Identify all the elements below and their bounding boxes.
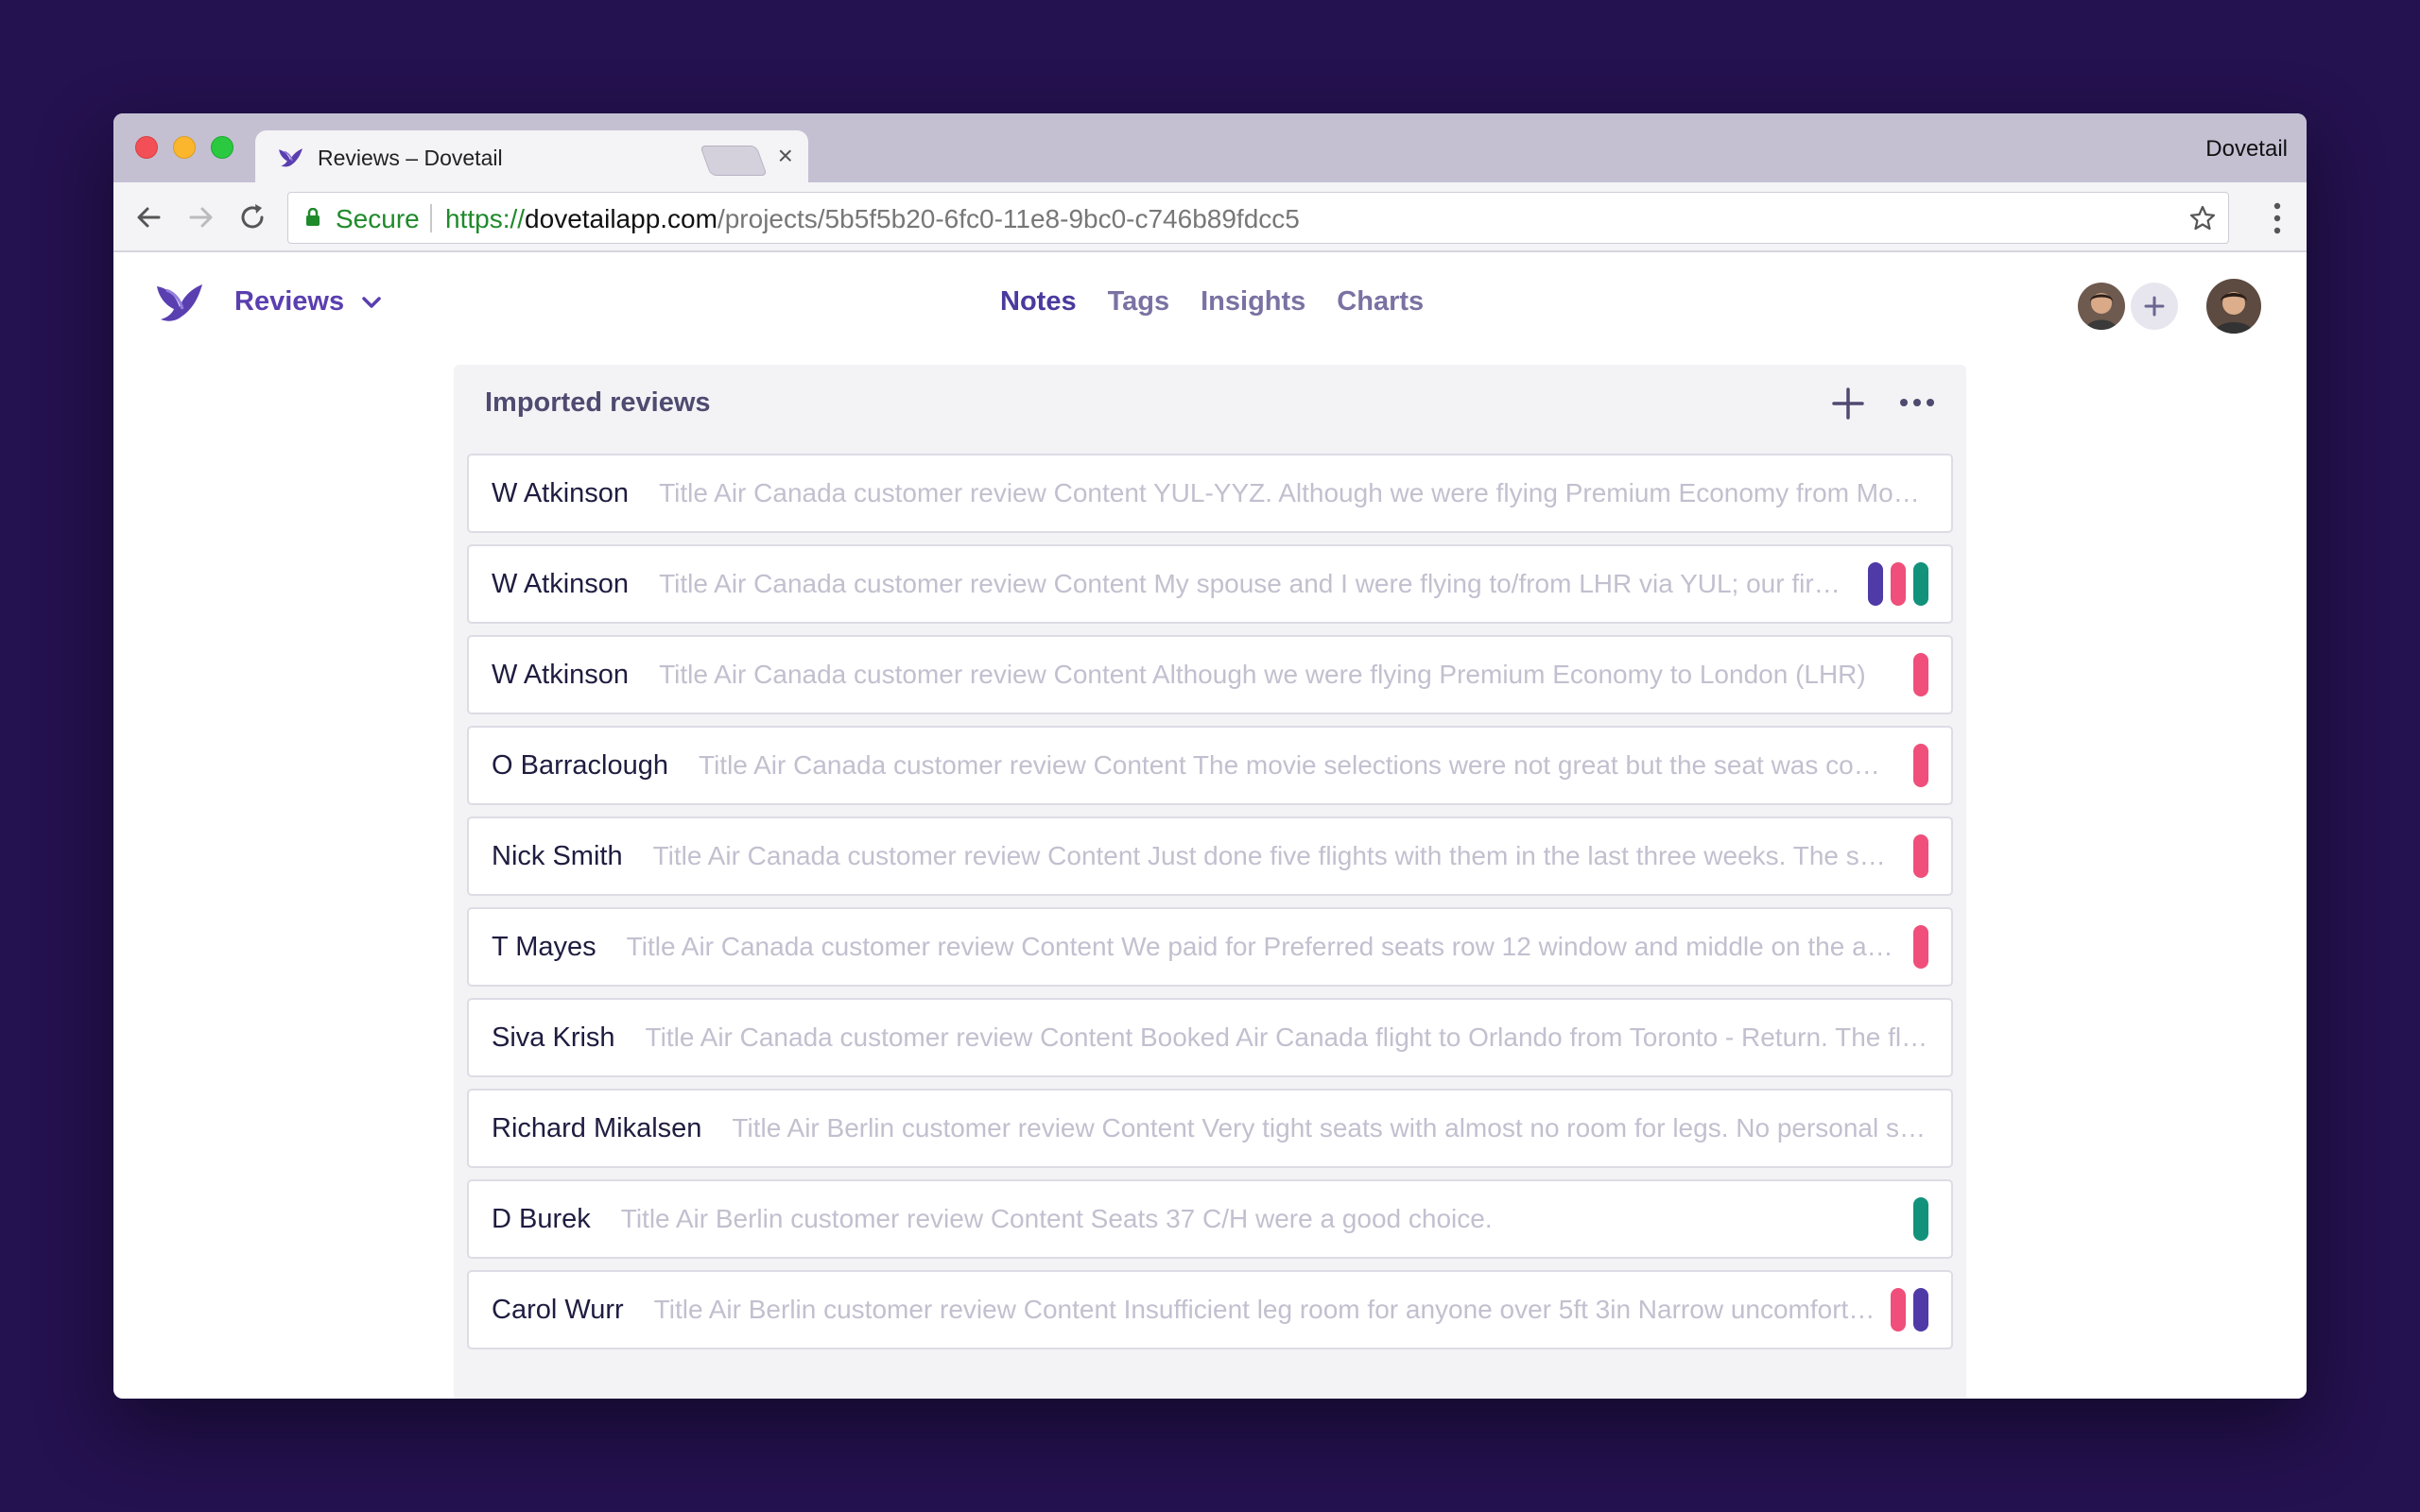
url-text[interactable]: https://dovetailapp.com/projects/5b5f5b2…	[445, 204, 1300, 234]
collaborator-avatar[interactable]	[2078, 283, 2125, 330]
bird-logo-icon	[279, 148, 302, 167]
tag-pill-purple[interactable]	[1868, 562, 1883, 606]
review-preview: Title Air Canada customer review Content…	[652, 841, 1898, 870]
address-divider	[430, 204, 432, 232]
review-author: Siva Krish	[492, 1022, 615, 1053]
review-author: Nick Smith	[492, 840, 623, 871]
review-row[interactable]: O Barraclough Title Air Canada customer r…	[467, 726, 1953, 805]
review-author: W Atkinson	[492, 659, 630, 690]
review-author: D Burek	[492, 1203, 591, 1234]
review-tags	[1913, 744, 1928, 787]
project-name: Reviews	[234, 286, 345, 317]
plus-icon	[2144, 296, 2165, 317]
url-host: dovetailapp.com	[525, 204, 717, 233]
review-tags	[1891, 1288, 1928, 1332]
tab-title: Reviews – Dovetail	[318, 146, 503, 170]
browser-window: Reviews – Dovetail × Dovetail Secure htt…	[113, 113, 2307, 1399]
review-row[interactable]: Carol Wurr Title Air Berlin customer revi…	[467, 1270, 1953, 1349]
tag-pill-pink[interactable]	[1913, 744, 1928, 787]
review-tags	[1913, 1197, 1928, 1241]
address-bar[interactable]: Secure https://dovetailapp.com/projects/…	[287, 192, 2229, 244]
maximize-window-button[interactable]	[211, 136, 233, 159]
chevron-down-icon	[362, 296, 381, 308]
back-arrow-icon[interactable]	[132, 201, 164, 233]
nav-insights[interactable]: Insights	[1201, 286, 1305, 318]
tag-pill-teal[interactable]	[1913, 562, 1928, 606]
nav-charts[interactable]: Charts	[1337, 286, 1424, 318]
tag-pill-pink[interactable]	[1913, 925, 1928, 969]
browser-profile-name[interactable]: Dovetail	[2205, 136, 2288, 163]
review-row[interactable]: Siva Krish Title Air Canada customer revi…	[467, 998, 1953, 1077]
tag-pill-pink[interactable]	[1891, 562, 1906, 606]
review-author: Richard Mikalsen	[492, 1112, 702, 1143]
nav-notes[interactable]: Notes	[1000, 286, 1077, 318]
tag-pill-pink[interactable]	[1913, 834, 1928, 878]
user-avatar[interactable]	[2206, 279, 2261, 334]
review-preview: Title Air Canada customer review Content…	[659, 569, 1853, 598]
add-collaborator-button[interactable]	[2131, 283, 2178, 330]
url-scheme: https://	[445, 204, 526, 233]
tag-pill-pink[interactable]	[1913, 653, 1928, 696]
more-dots-icon[interactable]	[1898, 397, 1936, 408]
panel-title: Imported reviews	[485, 387, 711, 418]
review-tags	[1913, 653, 1928, 696]
review-row[interactable]: W Atkinson Title Air Canada customer revi…	[467, 635, 1953, 714]
plus-icon[interactable]	[1830, 386, 1866, 421]
lock-icon	[306, 208, 320, 226]
review-author: Carol Wurr	[492, 1294, 624, 1325]
review-preview: Title Air Canada customer review Content…	[659, 478, 1928, 507]
review-preview: Title Air Berlin customer review Content…	[732, 1113, 1928, 1143]
review-preview: Title Air Canada customer review Content…	[645, 1022, 1928, 1052]
review-row[interactable]: Nick Smith Title Air Canada customer revi…	[467, 816, 1953, 896]
close-icon[interactable]: ×	[778, 143, 793, 169]
title-bar: Reviews – Dovetail × Dovetail	[113, 113, 2307, 183]
review-author: W Atkinson	[492, 568, 630, 599]
review-tags	[1913, 834, 1928, 878]
forward-arrow-icon[interactable]	[185, 201, 217, 233]
bird-logo-icon[interactable]	[155, 281, 204, 326]
review-tags	[1913, 925, 1928, 969]
browser-toolbar: Secure https://dovetailapp.com/projects/…	[113, 182, 2307, 252]
review-row[interactable]: W Atkinson Title Air Canada customer revi…	[467, 544, 1953, 624]
tag-pill-purple[interactable]	[1913, 1288, 1928, 1332]
main-nav: Notes Tags Insights Charts	[1000, 286, 1424, 318]
tag-pill-teal[interactable]	[1913, 1197, 1928, 1241]
review-author: O Barraclough	[492, 749, 668, 781]
review-preview: Title Air Berlin customer review Content…	[620, 1204, 1493, 1233]
secure-label: Secure	[336, 204, 420, 233]
project-switcher[interactable]: Reviews	[234, 286, 382, 318]
tag-pill-pink[interactable]	[1891, 1288, 1906, 1332]
review-row[interactable]: D Burek Title Air Berlin customer review …	[467, 1179, 1953, 1259]
star-icon[interactable]	[2188, 204, 2217, 232]
review-author: T Mayes	[492, 931, 596, 962]
kebab-menu-icon[interactable]	[2273, 201, 2282, 235]
review-preview: Title Air Canada customer review Content…	[659, 660, 1866, 689]
review-preview: Title Air Berlin customer review Content…	[653, 1295, 1876, 1324]
review-preview: Title Air Canada customer review Content…	[699, 750, 1898, 780]
reload-icon[interactable]	[236, 201, 268, 233]
review-preview: Title Air Canada customer review Content…	[626, 932, 1898, 961]
imported-reviews-panel: Imported reviews W Atkinson Title Air Can…	[454, 365, 1966, 1399]
nav-tags[interactable]: Tags	[1108, 286, 1170, 318]
review-row[interactable]: Richard Mikalsen Title Air Berlin custome…	[467, 1089, 1953, 1168]
review-row[interactable]: W Atkinson Title Air Canada customer revi…	[467, 454, 1953, 533]
review-tags	[1868, 562, 1928, 606]
new-tab-button[interactable]	[700, 146, 768, 176]
review-author: W Atkinson	[492, 477, 630, 508]
minimize-window-button[interactable]	[173, 136, 196, 159]
review-list: W Atkinson Title Air Canada customer revi…	[467, 454, 1953, 1361]
review-row[interactable]: T Mayes Title Air Canada customer review …	[467, 907, 1953, 987]
url-path: /projects/5b5f5b20-6fc0-11e8-9bc0-c746b8…	[717, 204, 1300, 233]
close-window-button[interactable]	[135, 136, 158, 159]
